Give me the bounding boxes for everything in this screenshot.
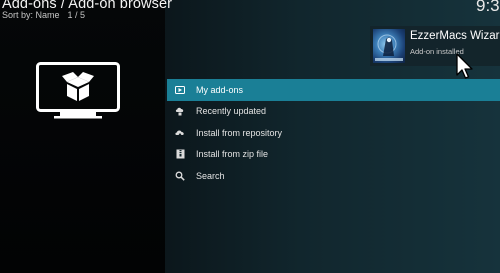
mouse-pointer-icon bbox=[456, 53, 474, 81]
zip-file-icon bbox=[175, 149, 185, 159]
menu-item-install-from-repository[interactable]: Install from repository bbox=[167, 122, 500, 144]
wizard-thumbnail bbox=[373, 29, 405, 63]
left-panel bbox=[0, 0, 165, 273]
search-icon bbox=[175, 171, 185, 181]
notification-toast: EzzerMacs Wizard Add-on installed bbox=[370, 26, 500, 66]
menu-item-install-from-zip[interactable]: Install from zip file bbox=[167, 144, 500, 166]
menu-item-search[interactable]: Search bbox=[167, 165, 500, 187]
box-icon bbox=[175, 85, 185, 95]
menu-item-label: Recently updated bbox=[196, 106, 267, 117]
addon-menu: My add-ons Recently updated Install from… bbox=[167, 79, 500, 187]
menu-item-label: Install from zip file bbox=[196, 149, 269, 160]
menu-item-label: Install from repository bbox=[196, 127, 283, 138]
notification-title: EzzerMacs Wizard bbox=[410, 30, 500, 42]
cloud-update-icon bbox=[175, 106, 185, 116]
clock: 9:3 bbox=[476, 0, 500, 15]
sort-info[interactable]: Sort by: Name 1 / 5 bbox=[2, 10, 85, 21]
repository-icon bbox=[175, 128, 185, 138]
tv-with-box-icon bbox=[36, 62, 120, 124]
menu-item-my-addons[interactable]: My add-ons bbox=[167, 79, 500, 101]
menu-item-label: Search bbox=[196, 170, 225, 181]
menu-item-recently-updated[interactable]: Recently updated bbox=[167, 101, 500, 123]
sort-label: Sort by: Name bbox=[2, 10, 60, 20]
menu-item-label: My add-ons bbox=[196, 84, 244, 95]
item-counter: 1 / 5 bbox=[67, 10, 86, 20]
